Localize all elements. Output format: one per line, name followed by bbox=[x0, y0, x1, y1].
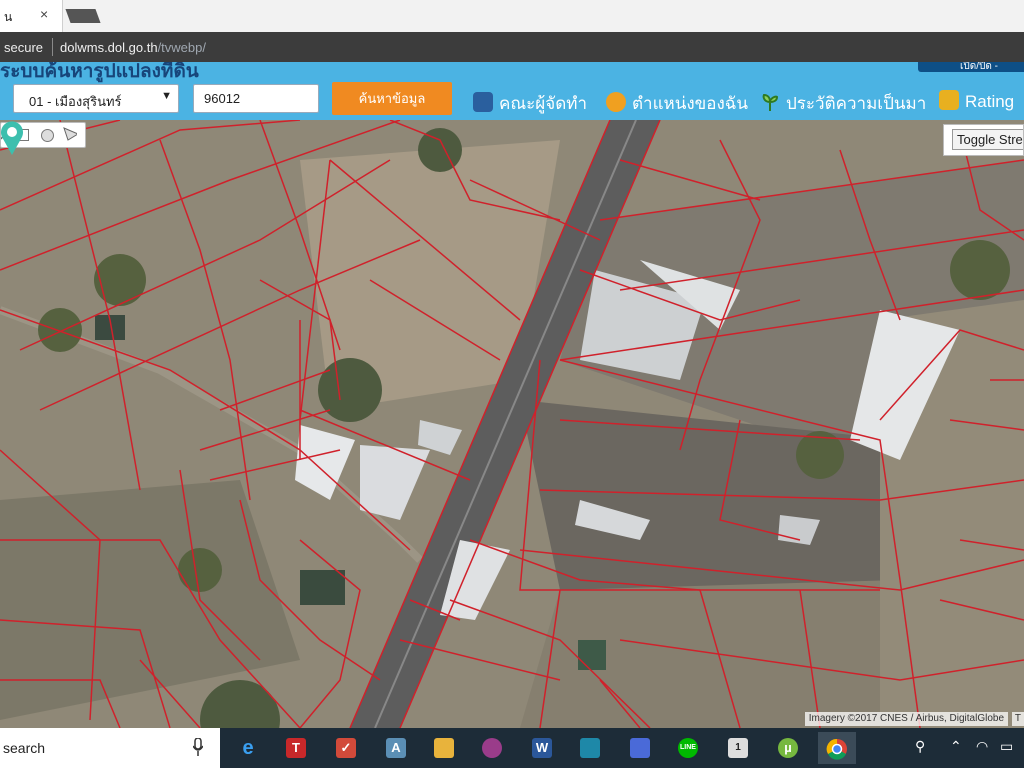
edge-icon[interactable]: e bbox=[232, 732, 264, 764]
t-app-icon[interactable]: T bbox=[280, 732, 312, 764]
site-header: ระบบค้นหารูปแปลงที่ดิน เปิด/ปิด - 01 - เ… bbox=[0, 62, 1024, 120]
chevron-up-icon[interactable]: ⌃ bbox=[950, 738, 962, 755]
polygon-tool-icon[interactable] bbox=[63, 127, 77, 141]
nav-staff[interactable]: คณะผู้จัดทำ bbox=[473, 90, 587, 117]
toggle-street-button[interactable]: Toggle Street bbox=[943, 124, 1024, 156]
battery-icon[interactable]: ▭ bbox=[1000, 738, 1013, 755]
nav-rating-label: Rating bbox=[965, 92, 1015, 111]
a-app-icon[interactable]: A bbox=[380, 732, 412, 764]
microphone-icon[interactable] bbox=[193, 738, 203, 756]
wifi-icon[interactable]: ◠ bbox=[976, 738, 988, 755]
url-path: /tvwebp/ bbox=[157, 40, 206, 55]
top-right-toggle[interactable]: เปิด/ปิด - bbox=[918, 62, 1024, 72]
parcel-number-input[interactable] bbox=[193, 84, 319, 113]
taskbar-search-text: search bbox=[3, 740, 46, 756]
address-bar[interactable]: secure dolwms.dol.go.th/tvwebp/ bbox=[0, 32, 1024, 62]
site-title: ระบบค้นหารูปแปลงที่ดิน bbox=[0, 62, 199, 82]
location-marker-icon[interactable] bbox=[0, 120, 24, 156]
circle-tool-icon[interactable] bbox=[41, 129, 54, 142]
utorrent-icon[interactable]: µ bbox=[772, 732, 804, 764]
browser-tab[interactable]: น × bbox=[0, 0, 63, 32]
tab-title: น bbox=[4, 10, 13, 24]
mail-icon[interactable]: 1 bbox=[722, 732, 754, 764]
face-icon bbox=[606, 92, 626, 112]
nav-my-location-label: ตำแหน่งของฉัน bbox=[632, 94, 749, 113]
top-right-label: เปิด/ปิด - bbox=[960, 62, 998, 72]
browser-tab-strip: น × bbox=[0, 0, 1024, 32]
district-select[interactable]: 01 - เมืองสุรินทร์ ▼ bbox=[13, 84, 179, 113]
url-text[interactable]: dolwms.dol.go.th/tvwebp/ bbox=[60, 40, 206, 55]
new-tab-button[interactable] bbox=[65, 9, 101, 23]
district-select-value: 01 - เมืองสุรินทร์ bbox=[29, 94, 122, 109]
satellite-imagery bbox=[0, 120, 1024, 728]
taskbar-search-box[interactable]: search bbox=[0, 728, 220, 768]
feather-app-icon[interactable] bbox=[574, 732, 606, 764]
people-icon[interactable]: ⚲ bbox=[915, 738, 925, 755]
security-label: secure bbox=[4, 40, 44, 55]
chrome-logo bbox=[826, 738, 847, 760]
nav-history-label: ประวัติความเป็นมา bbox=[786, 94, 927, 113]
search-button[interactable]: ค้นหาข้อมูล bbox=[332, 82, 452, 115]
word-icon[interactable]: W bbox=[526, 732, 558, 764]
handshake-icon bbox=[939, 90, 959, 110]
windows-taskbar: search e T ✓ A W LINE 1 µ ⚲ ⌃ ◠ ▭ bbox=[0, 728, 1024, 768]
tab-close-icon[interactable]: × bbox=[40, 6, 48, 22]
map-view[interactable]: Toggle Street Imagery ©2017 CNES / Airbu… bbox=[0, 120, 1024, 728]
nav-my-location[interactable]: ตำแหน่งของฉัน bbox=[606, 90, 748, 117]
line-icon[interactable]: LINE bbox=[672, 732, 704, 764]
sprout-icon bbox=[760, 92, 780, 112]
nav-staff-label: คณะผู้จัดทำ bbox=[499, 94, 587, 113]
people-icon bbox=[473, 92, 493, 112]
chevron-down-icon: ▼ bbox=[161, 90, 172, 102]
chrome-icon[interactable] bbox=[818, 732, 856, 764]
map-attribution: Imagery ©2017 CNES / Airbus, DigitalGlob… bbox=[804, 712, 1008, 726]
toggle-street-label: Toggle Street bbox=[952, 129, 1023, 150]
url-host: dolwms.dol.go.th bbox=[60, 40, 158, 55]
nav-rating[interactable]: Rating bbox=[939, 90, 1014, 112]
map-terms-link[interactable]: T bbox=[1011, 712, 1024, 726]
address-separator bbox=[52, 38, 53, 56]
red-app-icon[interactable]: ✓ bbox=[330, 732, 362, 764]
nav-history[interactable]: ประวัติความเป็นมา bbox=[760, 90, 926, 117]
file-explorer-icon[interactable] bbox=[428, 732, 460, 764]
cube-app-icon[interactable] bbox=[624, 732, 656, 764]
paint-app-icon[interactable] bbox=[476, 732, 508, 764]
